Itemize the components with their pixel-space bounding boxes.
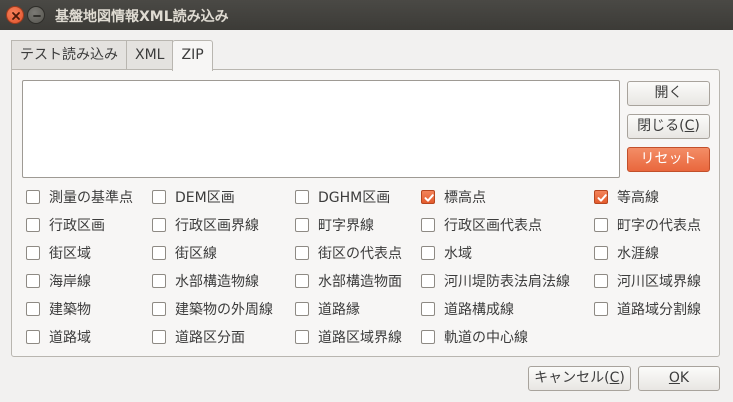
checkbox-label: 道路域分割線	[617, 302, 701, 318]
checkbox-unchecked[interactable]	[26, 330, 40, 344]
checkbox-label: 標高点	[444, 190, 486, 206]
checkbox-label: 行政区画	[49, 218, 105, 234]
checkbox-label: 町字界線	[318, 218, 374, 234]
close-file-button[interactable]: 閉じる(C)	[627, 114, 710, 139]
checkbox-label: 街区線	[175, 246, 217, 262]
checkbox-label: 建築物の外周線	[175, 302, 273, 318]
checkbox-unchecked[interactable]	[26, 246, 40, 260]
checkbox-unchecked[interactable]	[295, 218, 309, 232]
close-button-label-end: )	[694, 118, 700, 134]
checkbox-label: 海岸線	[49, 274, 91, 290]
checkbox-unchecked[interactable]	[26, 190, 40, 204]
checkbox-label: 水涯線	[617, 246, 659, 262]
close-button-mnemonic: C	[684, 118, 695, 134]
checkbox-label: 町字の代表点	[617, 218, 701, 234]
checkbox-unchecked[interactable]	[421, 246, 435, 260]
tab-zip[interactable]: ZIP	[172, 40, 213, 71]
checkbox-label: 河川堤防表法肩法線	[444, 274, 570, 290]
checkbox-checked[interactable]	[594, 190, 608, 204]
title-bar[interactable]: 基盤地図情報XML読み込み	[0, 0, 733, 30]
checkbox-unchecked[interactable]	[594, 246, 608, 260]
checkbox-unchecked[interactable]	[152, 218, 166, 232]
cancel-button-mnemonic: C	[609, 370, 620, 386]
file-list-textarea[interactable]	[22, 80, 620, 178]
checkbox-label: DEM区画	[175, 190, 235, 206]
open-button[interactable]: 開く	[627, 81, 710, 106]
checkbox-unchecked[interactable]	[26, 302, 40, 316]
check-icon	[424, 194, 434, 202]
checkbox-label: 軌道の中心線	[444, 330, 528, 346]
checkbox-unchecked[interactable]	[295, 246, 309, 260]
checkbox-label: 水域	[444, 246, 472, 262]
close-icon	[12, 12, 20, 20]
checkbox-label: 水部構造物線	[175, 274, 259, 290]
checkbox-unchecked[interactable]	[152, 246, 166, 260]
minimize-window-button[interactable]	[27, 6, 45, 24]
cancel-button[interactable]: キャンセル(C)	[528, 366, 631, 391]
checkbox-unchecked[interactable]	[26, 218, 40, 232]
minimize-icon	[33, 15, 41, 17]
tab-xml[interactable]: XML	[126, 40, 174, 70]
checkbox-label: 街区の代表点	[318, 246, 402, 262]
checkbox-label: 街区域	[49, 246, 91, 262]
checkbox-checked[interactable]	[421, 190, 435, 204]
checkbox-label: 道路区域界線	[318, 330, 402, 346]
checkbox-unchecked[interactable]	[594, 218, 608, 232]
ok-button-label-end: K	[679, 370, 690, 386]
close-window-button[interactable]	[6, 6, 24, 24]
checkbox-unchecked[interactable]	[594, 302, 608, 316]
checkbox-unchecked[interactable]	[421, 218, 435, 232]
cancel-button-label: キャンセル(	[534, 370, 610, 386]
checkbox-label: 水部構造物面	[318, 274, 402, 290]
checkbox-unchecked[interactable]	[594, 274, 608, 288]
checkbox-unchecked[interactable]	[295, 302, 309, 316]
checkbox-unchecked[interactable]	[421, 274, 435, 288]
checkbox-unchecked[interactable]	[152, 190, 166, 204]
cancel-button-label-end: )	[619, 370, 625, 386]
checkbox-unchecked[interactable]	[152, 302, 166, 316]
checkbox-unchecked[interactable]	[421, 302, 435, 316]
checkbox-label: 道路区分面	[175, 330, 245, 346]
checkbox-label: 測量の基準点	[49, 190, 133, 206]
check-icon	[597, 194, 607, 202]
dialog-window: 基盤地図情報XML読み込み テスト読み込み XML ZIP 開く 閉じる(C) …	[0, 0, 733, 402]
checkbox-label: DGHM区画	[318, 190, 391, 206]
checkbox-label: 行政区画界線	[175, 218, 259, 234]
checkbox-label: 河川区域界線	[617, 274, 701, 290]
tab-test-load[interactable]: テスト読み込み	[11, 40, 127, 70]
checkbox-unchecked[interactable]	[26, 274, 40, 288]
checkbox-label: 建築物	[49, 302, 91, 318]
checkbox-label: 道路構成線	[444, 302, 514, 318]
checkbox-unchecked[interactable]	[295, 190, 309, 204]
checkbox-label: 行政区画代表点	[444, 218, 542, 234]
checkbox-label: 道路縁	[318, 302, 360, 318]
checkbox-unchecked[interactable]	[152, 330, 166, 344]
ok-button-mnemonic: O	[668, 370, 680, 386]
reset-button[interactable]: リセット	[627, 147, 710, 172]
checkbox-unchecked[interactable]	[295, 274, 309, 288]
checkbox-unchecked[interactable]	[421, 330, 435, 344]
window-title: 基盤地図情報XML読み込み	[55, 9, 229, 25]
checkbox-unchecked[interactable]	[295, 330, 309, 344]
checkbox-unchecked[interactable]	[152, 274, 166, 288]
tab-bar: テスト読み込み XML ZIP	[11, 40, 213, 71]
ok-button[interactable]: OK	[638, 366, 720, 391]
checkbox-label: 等高線	[617, 190, 659, 206]
checkbox-label: 道路域	[49, 330, 91, 346]
close-button-label: 閉じる(	[637, 118, 685, 134]
